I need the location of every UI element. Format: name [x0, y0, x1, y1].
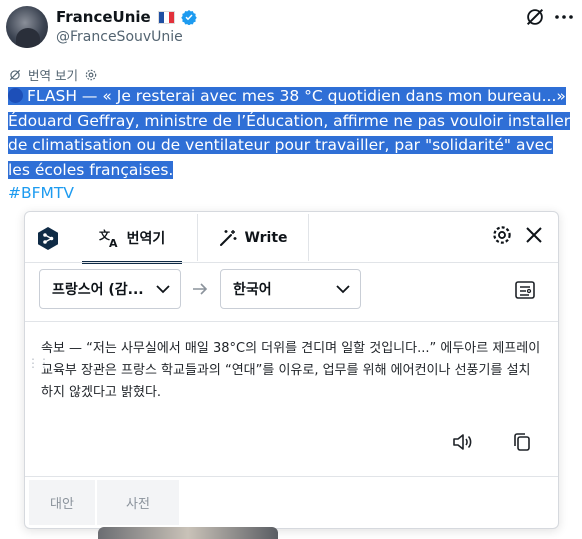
- deepl-logo-icon: [38, 227, 58, 250]
- tweet-image-partial[interactable]: [98, 527, 278, 539]
- grok-translate-icon: [9, 69, 21, 80]
- dictionary-button[interactable]: 사전: [97, 480, 179, 525]
- alternatives-button[interactable]: 대안: [29, 480, 95, 525]
- target-language-value: 한국어: [233, 282, 272, 298]
- source-language-select[interactable]: 프랑스어 (감...: [39, 269, 181, 309]
- svg-text:A: A: [109, 237, 118, 248]
- copy-icon[interactable]: [511, 431, 533, 453]
- target-language-select[interactable]: 한국어: [220, 269, 361, 309]
- tab-write[interactable]: Write: [197, 214, 309, 261]
- header-divider: [25, 262, 558, 263]
- translate-post-row[interactable]: 번역 보기: [8, 65, 98, 84]
- tweet-text: FLASH — « Je resterai avec mes 38 °C quo…: [8, 84, 576, 182]
- translate-post-link[interactable]: 번역 보기: [28, 65, 78, 84]
- source-language-value: 프랑스어 (감...: [52, 282, 144, 298]
- author-name[interactable]: FranceUnie: [56, 8, 151, 26]
- translator-popup: 文 A 번역기 Write 프랑스어 (감... 한국어 ⋮⋮ 속보 — “저는…: [24, 211, 559, 529]
- hashtag-link[interactable]: #BFMTV: [8, 184, 74, 202]
- gear-icon[interactable]: [491, 224, 513, 246]
- france-flag-icon: [157, 10, 175, 24]
- tweet-text-line1: FLASH — « Je resterai avec mes 38 °C quo…: [27, 87, 566, 105]
- footer-divider: [25, 476, 558, 477]
- arrow-right-icon: [193, 283, 208, 295]
- more-icon[interactable]: [553, 10, 575, 24]
- magic-wand-icon: [220, 229, 237, 246]
- settings-gear-icon[interactable]: [84, 68, 98, 82]
- tweet-text-body: Édouard Geffray, ministre de l’Éducation…: [8, 111, 571, 179]
- speaker-icon[interactable]: [451, 431, 473, 453]
- translation-result: 속보 — “저는 사무실에서 매일 38°C의 더위를 견디며 일할 것입니다.…: [41, 341, 541, 400]
- selection-handle-icon: [8, 88, 23, 103]
- close-icon[interactable]: [525, 226, 543, 244]
- author-name-row[interactable]: FranceUnie: [56, 8, 197, 26]
- chevron-down-icon: [336, 285, 350, 294]
- tab-translator-label: 번역기: [126, 230, 166, 247]
- language-row-divider: [25, 321, 558, 322]
- translate-icon: 文 A: [99, 228, 118, 248]
- avatar[interactable]: [6, 6, 48, 48]
- tab-translator[interactable]: 文 A 번역기: [82, 214, 182, 264]
- verified-badge-icon: [181, 10, 197, 25]
- glossary-icon[interactable]: [514, 279, 536, 301]
- grok-icon[interactable]: [524, 6, 546, 28]
- tab-write-label: Write: [244, 229, 288, 246]
- chevron-down-icon: [156, 285, 170, 294]
- author-handle[interactable]: @FranceSouvUnie: [56, 29, 183, 45]
